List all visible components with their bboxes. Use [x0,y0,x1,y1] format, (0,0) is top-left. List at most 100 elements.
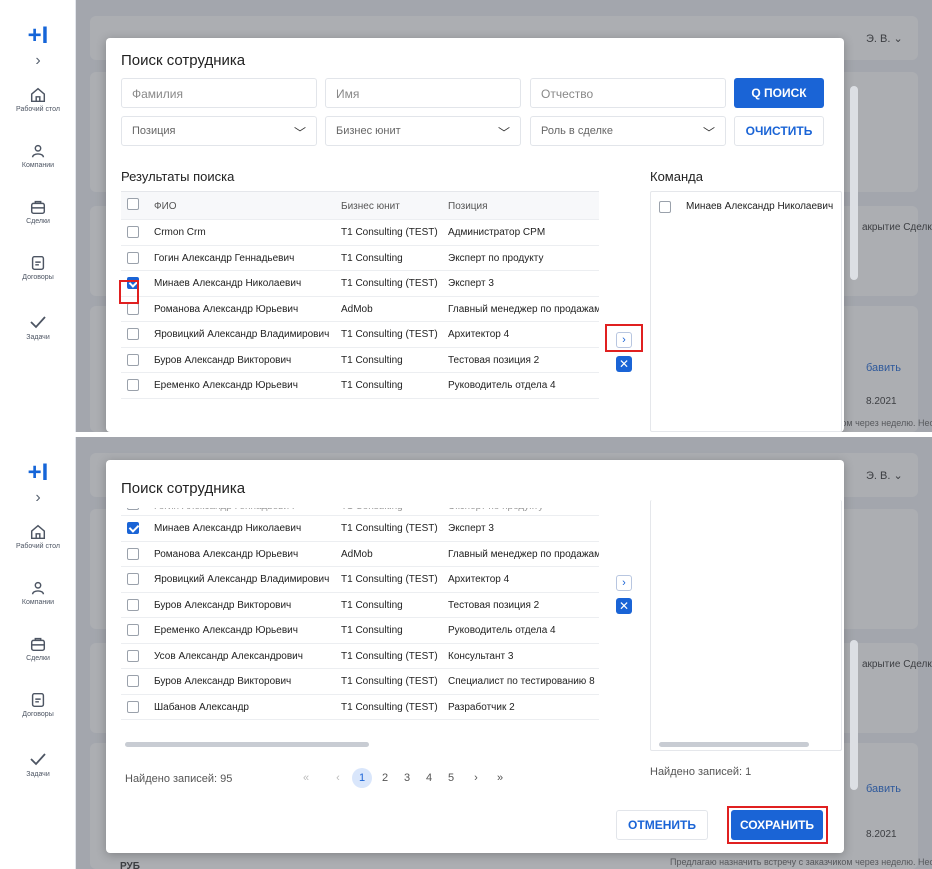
row-unit: T1 Consulting [341,599,403,611]
page-prev-button[interactable]: ‹ [328,768,348,788]
results-horizontal-scrollbar[interactable] [125,742,369,747]
sidebar-item-label: Компании [21,599,55,606]
row-checkbox[interactable] [127,226,139,238]
highlight-save [727,806,828,844]
row-checkbox[interactable] [127,573,139,585]
sidebar-expand-icon[interactable]: › [0,52,76,70]
table-row[interactable]: Яровицкий Александр Владимирович T1 Consu… [121,322,599,348]
row-checkbox[interactable] [127,251,139,264]
row-name: Crmon Crm [154,227,206,238]
page-1-button[interactable]: 1 [352,768,372,788]
table-row[interactable]: Еременко Александр Юрьевич T1 Consulting Р… [121,373,599,399]
row-unit: T1 Consulting [341,354,403,366]
results-table: ФИО Бизнес юнит Позиция Crmon Crm T1 Cons… [121,191,599,432]
sidebar-item-companies[interactable]: Компании [0,579,76,606]
table-row[interactable]: Буров Александр Викторович T1 Consulting Т… [121,593,599,618]
row-unit: T1 Consulting [341,380,403,391]
cancel-button[interactable]: ОТМЕНИТЬ [616,810,708,840]
row-unit: T1 Consulting (TEST) [341,574,438,585]
sidebar-item-desktop[interactable]: Рабочий стол [0,523,76,550]
position-select[interactable]: Позиция ﹀ [121,116,317,146]
remove-button[interactable]: ✕ [616,598,632,614]
page-2-button[interactable]: 2 [375,768,395,788]
page-3-button[interactable]: 3 [397,768,417,788]
sidebar-item-tasks[interactable]: Задачи [0,312,76,341]
row-checkbox[interactable] [127,675,139,687]
move-right-button[interactable]: › [616,575,632,591]
row-position: Консультант 3 [448,650,514,662]
row-position: Эксперт по продукту [448,252,544,264]
table-row[interactable]: Романова Александр Юрьевич AdMob Главный м… [121,297,599,322]
table-row[interactable]: Шабанов Александр T1 Consulting (TEST) Раз… [121,695,599,720]
first-name-input[interactable]: Имя [325,78,521,108]
row-checkbox[interactable] [127,328,139,340]
row-name: Еременко Александр Юрьевич [154,380,298,391]
row-position: Руководитель отдела 4 [448,380,556,391]
row-checkbox[interactable] [127,302,139,315]
select-all-checkbox[interactable] [127,198,139,210]
employee-search-dialog: Поиск сотрудника Фамилия Имя Отчество Q … [106,38,858,432]
row-checkbox[interactable] [127,649,139,662]
row-checkbox[interactable] [127,522,139,534]
table-row[interactable]: Еременко Александр Юрьевич T1 Consulting Р… [121,618,599,644]
row-checkbox[interactable] [127,353,139,366]
row-name: Минаев Александр Николаевич [154,278,302,289]
deal-role-select-label: Роль в сделке [541,125,613,137]
column-header-name: ФИО [154,201,177,212]
table-row[interactable]: Буров Александр Викторович T1 Consulting … [121,669,599,695]
page-last-button[interactable]: » [490,768,510,788]
team-horizontal-scrollbar[interactable] [659,742,809,747]
table-row[interactable]: Гогин Александр Геннадьевич T1 Consulting… [121,508,599,516]
app-logo[interactable]: +I [0,459,76,487]
clear-button[interactable]: ОЧИСТИТЬ [734,116,824,146]
row-unit: T1 Consulting (TEST) [341,650,438,662]
team-count: Найдено записей: 1 [650,766,752,778]
table-row[interactable]: Яровицкий Александр Владимирович T1 Consu… [121,567,599,593]
sidebar-item-label: Рабочий стол [16,106,60,113]
row-checkbox[interactable] [127,508,139,510]
row-checkbox[interactable] [127,379,139,391]
remove-button[interactable]: ✕ [616,356,632,372]
deal-role-select[interactable]: Роль в сделке ﹀ [530,116,726,146]
table-row[interactable]: Гогин Александр Геннадьевич T1 Consulting… [121,246,599,271]
middle-name-input[interactable]: Отчество [530,78,726,108]
sidebar-item-deals[interactable]: Сделки [0,635,76,662]
search-button[interactable]: Q ПОИСК [734,78,824,108]
row-name: Буров Александр Викторович [154,599,292,611]
row-checkbox[interactable] [127,624,139,636]
row-checkbox[interactable] [127,598,139,611]
row-name: Шабанов Александр [154,701,249,713]
page-next-button[interactable]: › [466,768,486,788]
sidebar-expand-icon[interactable]: › [0,489,76,507]
team-row-checkbox[interactable] [659,201,671,213]
sidebar-item-contracts[interactable]: Договоры [0,254,76,281]
last-name-input[interactable]: Фамилия [121,78,317,108]
business-unit-select[interactable]: Бизнес юнит ﹀ [325,116,521,146]
table-row[interactable]: Минаев Александр Николаевич T1 Consulting… [121,516,599,542]
page-first-button[interactable]: « [296,768,316,788]
sidebar-item-tasks[interactable]: Задачи [0,749,76,778]
row-checkbox[interactable] [127,547,139,560]
dialog-scrollbar[interactable] [850,640,858,790]
sidebar-item-contracts[interactable]: Договоры [0,691,76,718]
table-row[interactable]: Буров Александр Викторович T1 Consulting Т… [121,348,599,373]
row-checkbox[interactable] [127,700,139,713]
team-row[interactable]: Минаев Александр Николаевич [651,192,841,222]
team-list: Минаев Александр Николаевич [650,191,842,432]
app-logo[interactable]: +I [0,22,76,50]
dialog-scrollbar[interactable] [850,86,858,280]
row-position: Эксперт 3 [448,523,494,534]
sidebar-item-label: Задачи [26,334,50,341]
sidebar-item-companies[interactable]: Компании [0,142,76,169]
page-4-button[interactable]: 4 [419,768,439,788]
row-position: Руководитель отдела 4 [448,625,556,636]
table-row[interactable]: Усов Александр Александрович T1 Consultin… [121,644,599,669]
page-5-button[interactable]: 5 [441,768,461,788]
table-row[interactable]: Crmon Crm T1 Consulting (TEST) Администрат… [121,220,599,246]
sidebar-item-label: Договоры [22,711,54,718]
chevron-down-icon: ﹀ [497,126,510,140]
sidebar-item-desktop[interactable]: Рабочий стол [0,86,76,113]
sidebar-item-deals[interactable]: Сделки [0,198,76,225]
table-row[interactable]: Романова Александр Юрьевич AdMob Главный м… [121,542,599,567]
table-row[interactable]: Минаев Александр Николаевич T1 Consulting… [121,271,599,297]
